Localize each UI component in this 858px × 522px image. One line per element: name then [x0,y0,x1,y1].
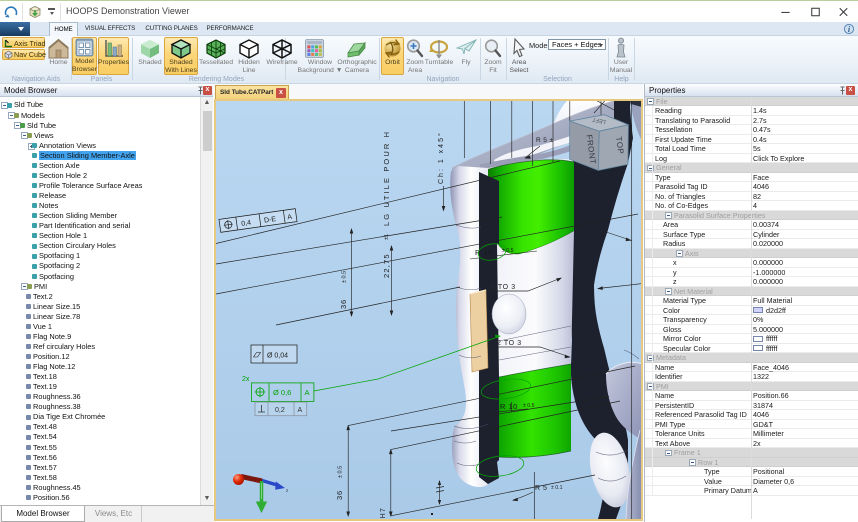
svg-text:R 5 ±: R 5 ± [536,137,554,144]
svg-text:± 0.5: ± 0.5 [523,403,535,409]
svg-text:Ch: 1 x45°: Ch: 1 x45° [437,131,445,184]
svg-text:36: 36 [335,490,344,500]
svg-text:A: A [298,407,303,414]
svg-text:Ø 0,04: Ø 0,04 [267,353,288,360]
svg-text:R 10: R 10 [475,248,493,257]
svg-text:36: 36 [339,299,348,309]
svg-text:2 TO 3: 2 TO 3 [497,340,522,347]
svg-text:R 10: R 10 [500,402,518,411]
svg-text:± 0.5: ± 0.5 [342,271,348,283]
svg-text:0,2: 0,2 [275,407,285,414]
svg-text:± 0.5: ± 0.5 [338,466,344,478]
svg-text:2 TO 3: 2 TO 3 [491,284,516,291]
svg-text:R 5: R 5 [535,485,547,492]
svg-text:± 0.1: ± 0.1 [551,485,563,491]
svg-text:± 0.5: ± 0.5 [502,248,514,254]
svg-text:LG UTILE POUR H: LG UTILE POUR H [382,130,391,226]
svg-text:22,75: 22,75 [382,253,391,278]
svg-text:A: A [305,388,310,397]
svg-text:±1: ±1 [384,234,390,240]
svg-text:2x: 2x [242,376,250,383]
svg-text:Ø 0,6: Ø 0,6 [273,388,291,397]
svg-text:0,4: 0,4 [241,220,252,228]
svg-text:POUR H7: POUR H7 [380,507,387,519]
